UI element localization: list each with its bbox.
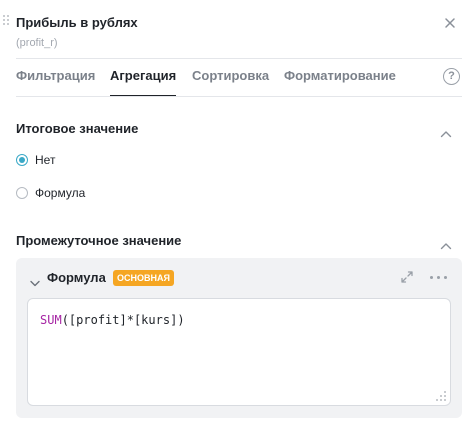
tab-bar: Фильтрация Агрегация Сортировка Форматир…: [16, 59, 462, 97]
code-field-kurs: [kurs]: [133, 313, 178, 327]
formula-card: Формула ОСНОВНАЯ SUM([profit]*[kurs]): [16, 258, 462, 418]
collapse-total-icon[interactable]: [440, 125, 452, 138]
formula-code: SUM([profit]*[kurs]): [40, 313, 185, 327]
radio-label: Нет: [35, 153, 56, 167]
tab-aggregation[interactable]: Агрегация: [110, 59, 177, 97]
tabs-divider: [16, 96, 462, 97]
resize-handle-icon[interactable]: [436, 391, 446, 401]
intermediate-section-title: Промежуточное значение: [16, 233, 182, 248]
code-paren-open: (: [61, 313, 69, 327]
radio-button[interactable]: [16, 187, 28, 199]
collapse-intermediate-icon[interactable]: [440, 237, 452, 250]
drag-handle-icon[interactable]: [3, 15, 11, 27]
panel-title: Прибыль в рублях: [16, 15, 138, 30]
code-paren-close: ): [177, 313, 185, 327]
formula-title: Формула: [47, 270, 106, 285]
field-id: (profit_r): [16, 37, 58, 49]
help-icon[interactable]: ?: [443, 68, 460, 85]
code-field-profit: [profit]: [68, 313, 127, 327]
tab-sorting[interactable]: Сортировка: [192, 59, 269, 97]
radio-total-formula[interactable]: Формула: [16, 184, 85, 202]
close-icon[interactable]: [443, 16, 457, 30]
radio-label: Формула: [35, 186, 86, 200]
code-function: SUM: [40, 313, 62, 327]
expand-icon[interactable]: [400, 270, 414, 284]
primary-badge: ОСНОВНАЯ: [113, 270, 174, 286]
radio-button[interactable]: [16, 154, 28, 166]
tab-filtering[interactable]: Фильтрация: [16, 59, 95, 97]
chevron-down-icon[interactable]: [30, 274, 40, 287]
tab-formatting[interactable]: Форматирование: [284, 59, 396, 97]
formula-editor[interactable]: SUM([profit]*[kurs]): [27, 298, 451, 406]
code-operator: *: [126, 313, 134, 327]
more-options-icon[interactable]: [430, 276, 448, 280]
total-section-title: Итоговое значение: [16, 121, 139, 136]
radio-total-none[interactable]: Нет: [16, 151, 55, 169]
